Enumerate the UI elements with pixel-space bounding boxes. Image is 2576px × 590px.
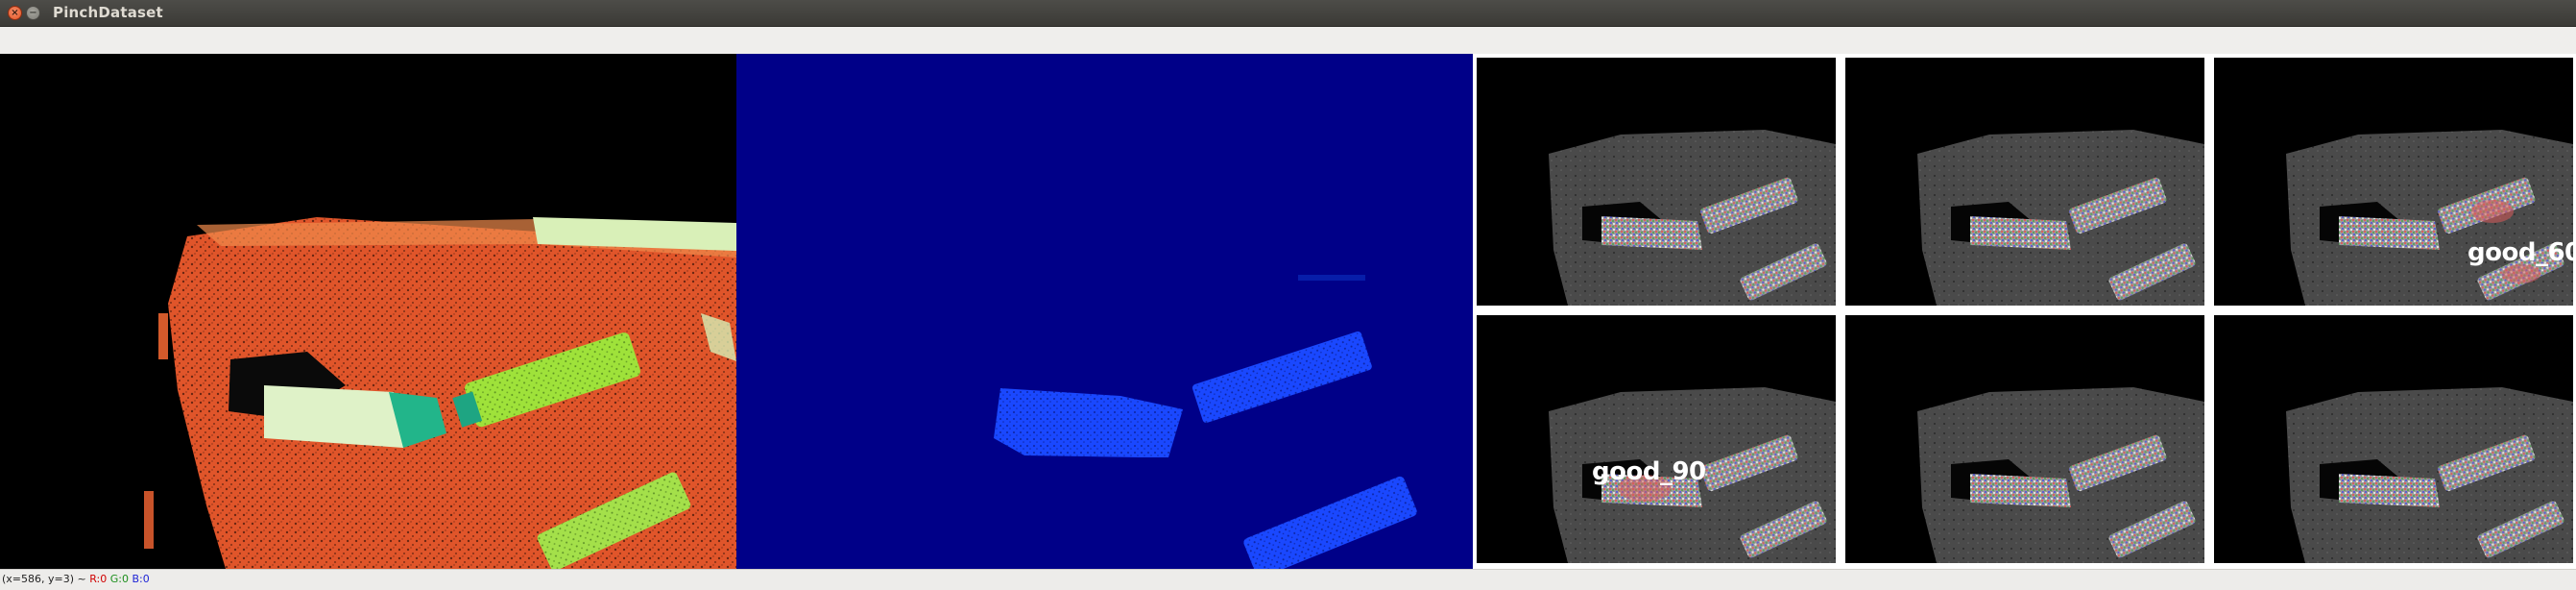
pixel-green-value: G:0 [109,573,129,585]
window-minimize-button[interactable]: − [26,6,40,20]
tile-label: good_60 [2468,238,2573,267]
cursor-coordinates: (x=586, y=3) ~ [2,573,86,585]
rgb-image-pane [0,54,736,569]
status-bar: (x=586, y=3) ~ R:0 G:0 B:0 [0,569,2576,590]
grasp-tile-4[interactable]: good_90 [1477,315,1836,563]
image-canvas[interactable]: good_60 good_90 [0,54,2576,569]
window-close-button[interactable]: × [8,6,22,20]
grasp-tile-2[interactable] [1845,58,2204,306]
pixel-red-value: R:0 [89,573,108,585]
window-title-bar: × − PinchDataset [0,0,2576,27]
close-icon: × [11,8,19,18]
grasp-tile-1[interactable] [1477,58,1836,306]
minimize-icon: − [29,8,37,18]
window-title: PinchDataset [53,4,163,21]
grasp-tile-3[interactable]: good_60 [2214,58,2573,306]
grasp-tile-5[interactable] [1845,315,2204,563]
mask-image-pane [736,54,1473,569]
pixel-blue-value: B:0 [132,573,150,585]
tile-label: good_90 [1592,457,1706,486]
toolbar [0,27,2576,55]
grasp-tile-6[interactable] [2214,315,2573,563]
